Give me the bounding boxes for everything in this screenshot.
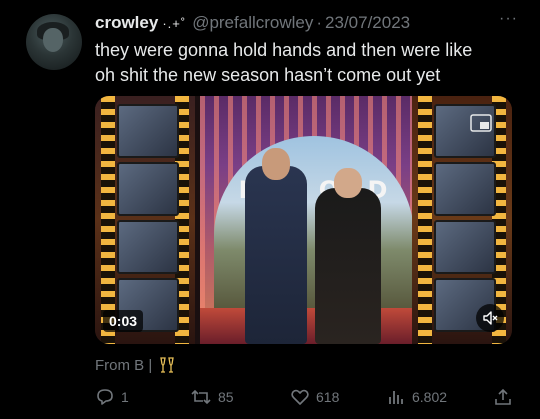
avatar-face — [43, 28, 63, 52]
film-frame — [117, 162, 179, 216]
film-frame — [434, 162, 496, 216]
video-player[interactable]: HOL OOD 0:03 — [95, 96, 512, 344]
reply-icon — [97, 389, 113, 405]
film-frame — [117, 104, 179, 158]
tweet-text: they were gonna hold hands and then were… — [95, 38, 525, 88]
reply-button[interactable]: 1 — [95, 387, 129, 407]
mute-button[interactable] — [476, 304, 504, 332]
heart-icon — [291, 389, 309, 405]
tweet-header: crowley ·.+˚ @prefallcrowley · 23/07/202… — [95, 12, 410, 34]
film-frame — [117, 220, 179, 274]
champagne-glasses-icon — [160, 357, 175, 373]
share-button[interactable] — [493, 387, 519, 407]
retweet-button[interactable]: 85 — [190, 387, 234, 407]
tweet-date[interactable]: 23/07/2023 — [325, 13, 410, 33]
avatar[interactable] — [26, 14, 82, 70]
retweet-icon — [191, 389, 211, 405]
tweet-actions: 1 85 618 6.802 — [95, 387, 515, 409]
film-perforation — [418, 96, 432, 344]
views-button[interactable]: 6.802 — [386, 387, 447, 407]
stage-scene: HOL OOD — [200, 96, 430, 344]
person-right — [315, 168, 381, 344]
film-strip-left — [95, 96, 195, 344]
like-button[interactable]: 618 — [290, 387, 339, 407]
tweet-text-line: they were gonna hold hands and then were… — [95, 40, 473, 60]
reply-count: 1 — [121, 389, 129, 405]
video-timestamp: 0:03 — [103, 310, 144, 332]
tweet: crowley ·.+˚ @prefallcrowley · 23/07/202… — [0, 0, 540, 419]
source-label: From B | — [95, 356, 153, 374]
person-left — [245, 148, 307, 344]
hollywood-sign: HOL OOD — [238, 176, 392, 204]
film-frame — [434, 220, 496, 274]
stage-arch — [214, 136, 414, 326]
retweet-count: 85 — [218, 389, 234, 405]
like-count: 618 — [316, 389, 340, 405]
share-icon — [495, 388, 511, 405]
analytics-icon — [389, 391, 403, 404]
speaker-muted-icon — [483, 311, 498, 325]
film-perforation — [101, 96, 115, 344]
media-source[interactable]: From B | — [95, 356, 176, 374]
name-decoration: ·.+˚ — [162, 15, 187, 31]
picture-in-picture-icon[interactable] — [470, 114, 492, 132]
display-name[interactable]: crowley — [95, 13, 158, 33]
view-count: 6.802 — [412, 389, 448, 405]
person-head — [262, 148, 290, 180]
header-separator: · — [316, 13, 323, 32]
person-head — [334, 168, 362, 198]
more-options-button[interactable]: ··· — [499, 10, 518, 28]
user-handle[interactable]: @prefallcrowley — [192, 13, 313, 33]
tweet-text-line: oh shit the new season hasn’t come out y… — [95, 65, 441, 85]
